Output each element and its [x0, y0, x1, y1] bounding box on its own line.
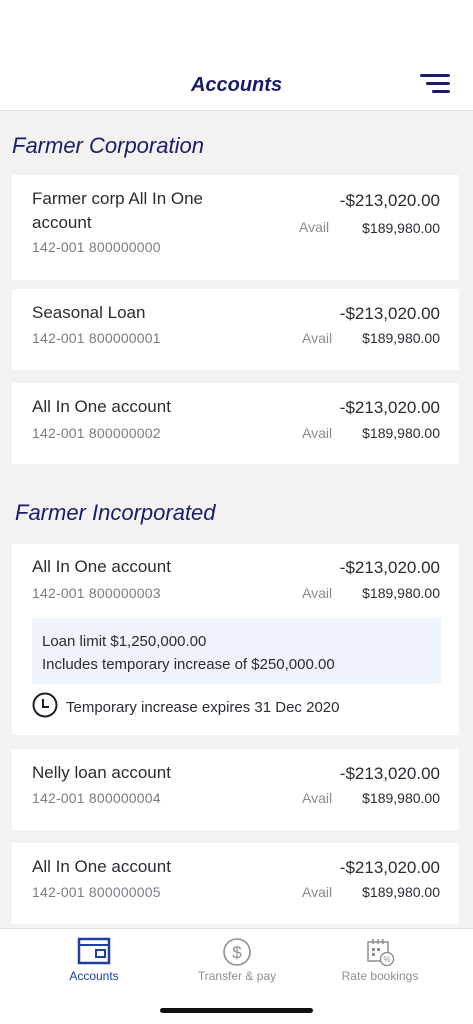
- avail-label: Avail: [302, 884, 333, 900]
- account-number: 142-001 800000005: [32, 884, 161, 900]
- account-card[interactable]: Farmer corp All In One account 142-001 8…: [12, 175, 459, 280]
- account-balance: -$213,020.00: [339, 558, 440, 577]
- account-card[interactable]: All In One account 142-001 800000003 -$2…: [12, 544, 459, 735]
- tab-label: Transfer & pay: [197, 969, 277, 983]
- account-balance: -$213,020.00: [339, 304, 440, 323]
- account-number: 142-001 800000001: [32, 330, 161, 346]
- avail-label: Avail: [302, 790, 333, 806]
- avail-label: Avail: [302, 425, 333, 441]
- menu-icon: [420, 74, 450, 77]
- account-number: 142-001 800000000: [32, 239, 161, 255]
- loan-info-box: Loan limit $1,250,000.00 Includes tempor…: [32, 618, 441, 684]
- menu-icon-line: [426, 82, 450, 85]
- account-card[interactable]: All In One account 142-001 800000005 -$2…: [12, 843, 459, 924]
- tab-transfer-pay[interactable]: $ Transfer & pay: [158, 929, 316, 989]
- avail-value: $189,980.00: [362, 220, 440, 236]
- tab-label: Rate bookings: [341, 969, 419, 983]
- tab-rate-bookings[interactable]: % Rate bookings: [301, 929, 459, 989]
- account-name: All In One account: [32, 397, 171, 416]
- account-card[interactable]: Nelly loan account 142-001 800000004 -$2…: [12, 749, 459, 830]
- account-number: 142-001 800000002: [32, 425, 161, 441]
- expiry-notice: Temporary increase expires 31 Dec 2020: [32, 692, 340, 723]
- account-balance: -$213,020.00: [339, 764, 440, 783]
- menu-button[interactable]: [420, 74, 450, 94]
- tab-accounts[interactable]: Accounts: [15, 929, 173, 989]
- calendar-percent-icon: %: [365, 937, 395, 972]
- avail-value: $189,980.00: [362, 425, 440, 441]
- svg-text:$: $: [232, 943, 242, 962]
- svg-text:%: %: [383, 955, 390, 964]
- account-name: Seasonal Loan: [32, 303, 146, 322]
- avail-label: Avail: [302, 585, 333, 601]
- account-number: 142-001 800000003: [32, 585, 161, 601]
- expiry-text: Temporary increase expires 31 Dec 2020: [66, 698, 340, 716]
- home-indicator: [160, 1008, 313, 1013]
- account-name: Nelly loan account: [32, 763, 171, 782]
- avail-value: $189,980.00: [362, 884, 440, 900]
- account-balance: -$213,020.00: [339, 191, 440, 210]
- account-balance: -$213,020.00: [339, 398, 440, 417]
- account-name: Farmer corp All In One: [32, 189, 204, 208]
- page-title: Accounts: [190, 74, 283, 96]
- avail-label: Avail: [302, 330, 333, 346]
- account-card[interactable]: Seasonal Loan 142-001 800000001 -$213,02…: [12, 289, 459, 370]
- account-name-line2: account: [32, 213, 92, 232]
- group-title-farmer-incorporated: Farmer Incorporated: [15, 500, 216, 525]
- menu-icon-line: [432, 90, 450, 93]
- wallet-icon: [77, 937, 111, 970]
- loan-limit: Loan limit $1,250,000.00: [42, 633, 207, 650]
- dollar-circle-icon: $: [222, 937, 252, 972]
- tab-label: Accounts: [69, 969, 119, 983]
- temporary-increase: Includes temporary increase of $250,000.…: [42, 656, 335, 673]
- account-name: All In One account: [32, 857, 171, 876]
- account-number: 142-001 800000004: [32, 790, 161, 806]
- avail-value: $189,980.00: [362, 585, 440, 601]
- account-name: All In One account: [32, 557, 171, 576]
- avail-value: $189,980.00: [362, 330, 440, 346]
- account-balance: -$213,020.00: [339, 858, 440, 877]
- clock-icon: [32, 692, 58, 723]
- avail-value: $189,980.00: [362, 790, 440, 806]
- group-title-farmer-corporation: Farmer Corporation: [12, 133, 204, 158]
- avail-label: Avail: [299, 219, 330, 235]
- account-card[interactable]: All In One account 142-001 800000002 -$2…: [12, 383, 459, 464]
- app-header: Accounts: [0, 0, 473, 111]
